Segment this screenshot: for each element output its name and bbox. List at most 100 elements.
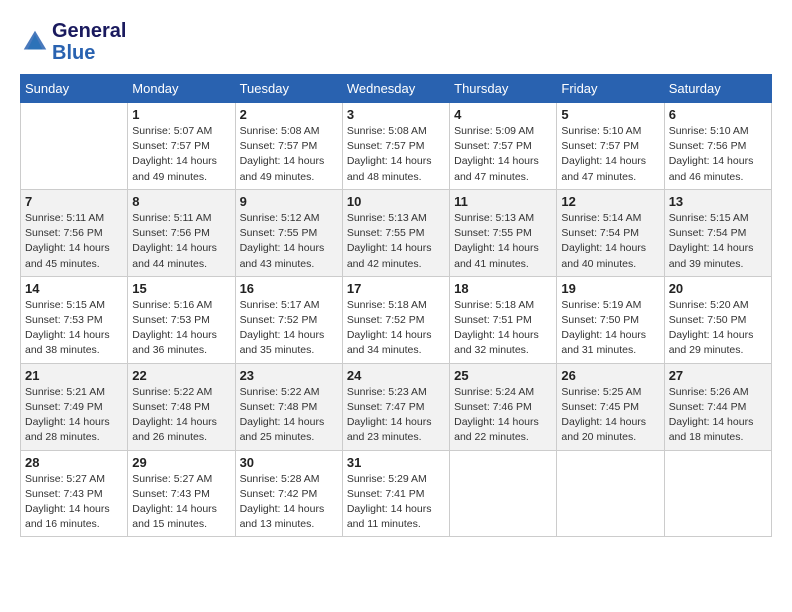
- day-info: Sunrise: 5:14 AMSunset: 7:54 PMDaylight:…: [561, 211, 659, 272]
- day-info: Sunrise: 5:24 AMSunset: 7:46 PMDaylight:…: [454, 385, 552, 446]
- calendar-cell: [450, 450, 557, 537]
- day-info: Sunrise: 5:18 AMSunset: 7:52 PMDaylight:…: [347, 298, 445, 359]
- page-header: General Blue: [20, 20, 772, 64]
- day-number: 20: [669, 281, 767, 296]
- day-info: Sunrise: 5:10 AMSunset: 7:57 PMDaylight:…: [561, 124, 659, 185]
- calendar-cell: 27Sunrise: 5:26 AMSunset: 7:44 PMDayligh…: [664, 363, 771, 450]
- day-number: 24: [347, 368, 445, 383]
- column-header-monday: Monday: [128, 75, 235, 103]
- calendar-cell: 5 Sunrise: 5:10 AMSunset: 7:57 PMDaylight…: [557, 103, 664, 190]
- day-number: 13: [669, 194, 767, 209]
- calendar-cell: 14 Sunrise: 5:15 AMSunset: 7:53 PMDayligh…: [21, 276, 128, 363]
- day-info: Sunrise: 5:15 AMSunset: 7:54 PMDaylight:…: [669, 211, 767, 272]
- calendar-cell: 4Sunrise: 5:09 AMSunset: 7:57 PMDaylight…: [450, 103, 557, 190]
- calendar-cell: 17 Sunrise: 5:18 AMSunset: 7:52 PMDayligh…: [342, 276, 449, 363]
- day-number: 5: [561, 107, 659, 122]
- day-info: Sunrise: 5:15 AMSunset: 7:53 PMDaylight:…: [25, 298, 123, 359]
- day-info: Sunrise: 5:08 AMSunset: 7:57 PMDaylight:…: [347, 124, 445, 185]
- calendar-cell: 24Sunrise: 5:23 AMSunset: 7:47 PMDayligh…: [342, 363, 449, 450]
- day-number: 3: [347, 107, 445, 122]
- logo-icon: [20, 27, 50, 57]
- day-number: 31: [347, 455, 445, 470]
- day-number: 1: [132, 107, 230, 122]
- calendar-cell: 8 Sunrise: 5:11 AMSunset: 7:56 PMDaylight…: [128, 189, 235, 276]
- day-number: 22: [132, 368, 230, 383]
- day-info: Sunrise: 5:17 AMSunset: 7:52 PMDaylight:…: [240, 298, 338, 359]
- calendar-cell: 3 Sunrise: 5:08 AMSunset: 7:57 PMDaylight…: [342, 103, 449, 190]
- calendar-cell: 6Sunrise: 5:10 AMSunset: 7:56 PMDaylight…: [664, 103, 771, 190]
- header-row: SundayMondayTuesdayWednesdayThursdayFrid…: [21, 75, 772, 103]
- calendar-cell: 12Sunrise: 5:14 AMSunset: 7:54 PMDayligh…: [557, 189, 664, 276]
- day-info: Sunrise: 5:26 AMSunset: 7:44 PMDaylight:…: [669, 385, 767, 446]
- day-info: Sunrise: 5:10 AMSunset: 7:56 PMDaylight:…: [669, 124, 767, 185]
- logo: General Blue: [20, 20, 126, 64]
- day-number: 7: [25, 194, 123, 209]
- calendar-cell: 7 Sunrise: 5:11 AMSunset: 7:56 PMDaylight…: [21, 189, 128, 276]
- calendar-cell: 30Sunrise: 5:28 AMSunset: 7:42 PMDayligh…: [235, 450, 342, 537]
- day-info: Sunrise: 5:19 AMSunset: 7:50 PMDaylight:…: [561, 298, 659, 359]
- week-row-1: 1 Sunrise: 5:07 AMSunset: 7:57 PMDaylight…: [21, 103, 772, 190]
- column-header-thursday: Thursday: [450, 75, 557, 103]
- day-number: 8: [132, 194, 230, 209]
- column-header-saturday: Saturday: [664, 75, 771, 103]
- day-number: 18: [454, 281, 552, 296]
- day-number: 17: [347, 281, 445, 296]
- day-info: Sunrise: 5:27 AMSunset: 7:43 PMDaylight:…: [25, 472, 123, 533]
- day-info: Sunrise: 5:29 AMSunset: 7:41 PMDaylight:…: [347, 472, 445, 533]
- day-info: Sunrise: 5:25 AMSunset: 7:45 PMDaylight:…: [561, 385, 659, 446]
- day-number: 15: [132, 281, 230, 296]
- day-info: Sunrise: 5:18 AMSunset: 7:51 PMDaylight:…: [454, 298, 552, 359]
- day-number: 21: [25, 368, 123, 383]
- day-number: 10: [347, 194, 445, 209]
- day-number: 2: [240, 107, 338, 122]
- calendar-cell: 25 Sunrise: 5:24 AMSunset: 7:46 PMDayligh…: [450, 363, 557, 450]
- column-header-tuesday: Tuesday: [235, 75, 342, 103]
- calendar-cell: 26 Sunrise: 5:25 AMSunset: 7:45 PMDayligh…: [557, 363, 664, 450]
- calendar-cell: [21, 103, 128, 190]
- calendar-cell: 23 Sunrise: 5:22 AMSunset: 7:48 PMDayligh…: [235, 363, 342, 450]
- day-info: Sunrise: 5:27 AMSunset: 7:43 PMDaylight:…: [132, 472, 230, 533]
- calendar-cell: 15 Sunrise: 5:16 AMSunset: 7:53 PMDayligh…: [128, 276, 235, 363]
- column-header-friday: Friday: [557, 75, 664, 103]
- day-number: 9: [240, 194, 338, 209]
- calendar-table: SundayMondayTuesdayWednesdayThursdayFrid…: [20, 74, 772, 537]
- week-row-5: 28 Sunrise: 5:27 AMSunset: 7:43 PMDayligh…: [21, 450, 772, 537]
- day-number: 25: [454, 368, 552, 383]
- day-info: Sunrise: 5:07 AMSunset: 7:57 PMDaylight:…: [132, 124, 230, 185]
- day-info: Sunrise: 5:22 AMSunset: 7:48 PMDaylight:…: [240, 385, 338, 446]
- calendar-cell: 1 Sunrise: 5:07 AMSunset: 7:57 PMDaylight…: [128, 103, 235, 190]
- day-info: Sunrise: 5:21 AMSunset: 7:49 PMDaylight:…: [25, 385, 123, 446]
- day-info: Sunrise: 5:11 AMSunset: 7:56 PMDaylight:…: [132, 211, 230, 272]
- calendar-cell: 22 Sunrise: 5:22 AMSunset: 7:48 PMDayligh…: [128, 363, 235, 450]
- day-number: 19: [561, 281, 659, 296]
- day-number: 28: [25, 455, 123, 470]
- day-info: Sunrise: 5:12 AMSunset: 7:55 PMDaylight:…: [240, 211, 338, 272]
- calendar-cell: 31 Sunrise: 5:29 AMSunset: 7:41 PMDayligh…: [342, 450, 449, 537]
- week-row-4: 21 Sunrise: 5:21 AMSunset: 7:49 PMDayligh…: [21, 363, 772, 450]
- day-info: Sunrise: 5:20 AMSunset: 7:50 PMDaylight:…: [669, 298, 767, 359]
- day-number: 30: [240, 455, 338, 470]
- column-header-sunday: Sunday: [21, 75, 128, 103]
- day-number: 23: [240, 368, 338, 383]
- calendar-cell: 16Sunrise: 5:17 AMSunset: 7:52 PMDayligh…: [235, 276, 342, 363]
- calendar-cell: 19 Sunrise: 5:19 AMSunset: 7:50 PMDayligh…: [557, 276, 664, 363]
- calendar-cell: 29 Sunrise: 5:27 AMSunset: 7:43 PMDayligh…: [128, 450, 235, 537]
- calendar-cell: 11 Sunrise: 5:13 AMSunset: 7:55 PMDayligh…: [450, 189, 557, 276]
- calendar-cell: 10 Sunrise: 5:13 AMSunset: 7:55 PMDayligh…: [342, 189, 449, 276]
- calendar-cell: 21 Sunrise: 5:21 AMSunset: 7:49 PMDayligh…: [21, 363, 128, 450]
- calendar-cell: 9 Sunrise: 5:12 AMSunset: 7:55 PMDaylight…: [235, 189, 342, 276]
- day-info: Sunrise: 5:11 AMSunset: 7:56 PMDaylight:…: [25, 211, 123, 272]
- calendar-cell: 2 Sunrise: 5:08 AMSunset: 7:57 PMDaylight…: [235, 103, 342, 190]
- day-number: 29: [132, 455, 230, 470]
- day-info: Sunrise: 5:13 AMSunset: 7:55 PMDaylight:…: [454, 211, 552, 272]
- day-number: 11: [454, 194, 552, 209]
- logo-text-line2: Blue: [52, 42, 126, 64]
- day-info: Sunrise: 5:08 AMSunset: 7:57 PMDaylight:…: [240, 124, 338, 185]
- calendar-cell: 28 Sunrise: 5:27 AMSunset: 7:43 PMDayligh…: [21, 450, 128, 537]
- day-info: Sunrise: 5:22 AMSunset: 7:48 PMDaylight:…: [132, 385, 230, 446]
- day-number: 26: [561, 368, 659, 383]
- day-number: 14: [25, 281, 123, 296]
- day-info: Sunrise: 5:13 AMSunset: 7:55 PMDaylight:…: [347, 211, 445, 272]
- column-header-wednesday: Wednesday: [342, 75, 449, 103]
- day-info: Sunrise: 5:16 AMSunset: 7:53 PMDaylight:…: [132, 298, 230, 359]
